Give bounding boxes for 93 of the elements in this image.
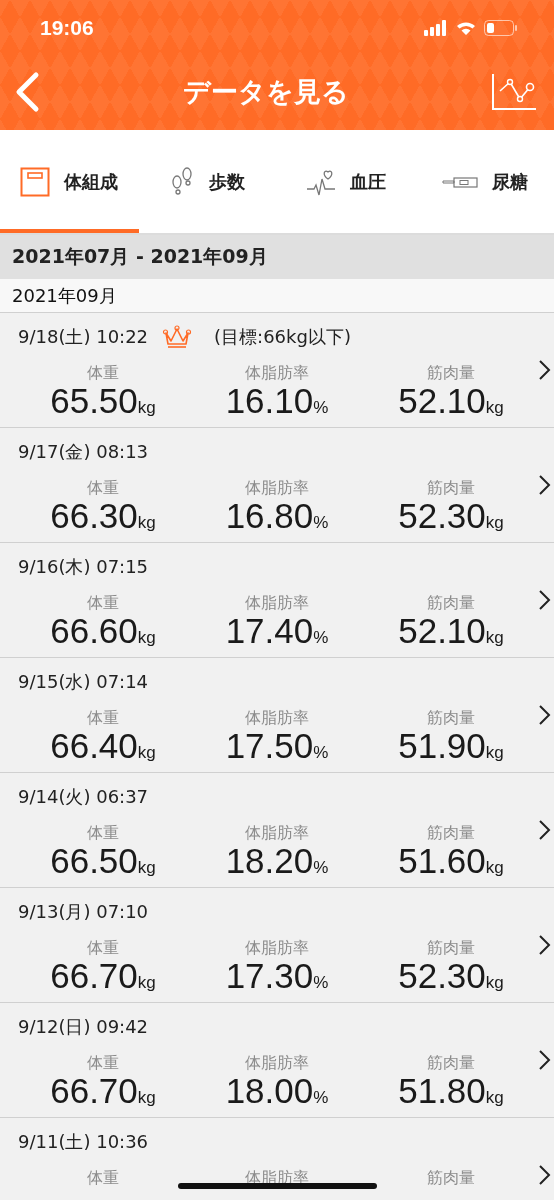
metric-value: 52.30 xyxy=(398,958,486,994)
record-row[interactable]: 9/15(水) 07:14 体重 66.40kg 体脂肪率 17.50% 筋肉量 51.90kg xyxy=(0,658,554,773)
metric-unit: kg xyxy=(485,627,504,649)
metric-unit: kg xyxy=(485,972,504,994)
metric-label: 体重 xyxy=(87,1168,119,1188)
metric-label: 体脂肪率 xyxy=(245,708,309,728)
record-datetime: 9/17(金) 08:13 xyxy=(18,440,149,464)
scale-icon xyxy=(20,166,51,197)
metric-value: 52.30 xyxy=(398,498,486,534)
battery-icon xyxy=(484,20,518,36)
metric-label: 体脂肪率 xyxy=(245,938,309,958)
metric-label: 体重 xyxy=(87,938,119,958)
metric-value: 51.90 xyxy=(398,728,486,764)
metric-unit: kg xyxy=(137,627,156,649)
metric-unit: % xyxy=(313,627,329,649)
metric-unit: kg xyxy=(137,512,156,534)
date-range-heading: 2021年07月 - 2021年09月 xyxy=(12,244,268,269)
metric-value: 52.10 xyxy=(398,383,486,419)
status-time: 19:06 xyxy=(40,16,94,41)
goal-text: (目標:66kg以下) xyxy=(214,325,351,349)
record-row[interactable]: 9/12(日) 09:42 体重 66.70kg 体脂肪率 18.00% 筋肉量 51.80kg xyxy=(0,1003,554,1118)
record-row[interactable]: 9/17(金) 08:13 体重 66.30kg 体脂肪率 16.80% 筋肉量 52.30kg xyxy=(0,428,554,543)
record-row[interactable]: 9/14(火) 06:37 体重 66.50kg 体脂肪率 18.20% 筋肉量 51.60kg xyxy=(0,773,554,888)
metric-label: 体脂肪率 xyxy=(245,1053,309,1073)
metric-unit: kg xyxy=(137,857,156,879)
metric-unit: % xyxy=(313,742,329,764)
test-strip-icon xyxy=(441,174,478,189)
metric-value: 66.70 xyxy=(50,1073,138,1109)
record-datetime: 9/11(土) 10:36 xyxy=(18,1130,149,1154)
month-heading: 2021年09月 xyxy=(12,283,117,308)
metric-label: 体脂肪率 xyxy=(245,593,309,613)
metric-unit: % xyxy=(313,972,329,994)
line-chart-button[interactable] xyxy=(492,74,536,110)
back-button[interactable] xyxy=(14,71,40,113)
metric-label: 筋肉量 xyxy=(427,708,475,728)
metric-label: 筋肉量 xyxy=(427,823,475,843)
metric-label: 筋肉量 xyxy=(427,478,475,498)
record-datetime: 9/15(水) 07:14 xyxy=(18,670,149,694)
page-title: データを見る xyxy=(183,75,349,109)
metric-value: 17.30 xyxy=(225,958,314,994)
metric-value: 16.80 xyxy=(225,498,314,534)
metric-value: 52.10 xyxy=(398,613,486,649)
metric-value: 51.60 xyxy=(398,843,486,879)
record-datetime: 9/14(火) 06:37 xyxy=(18,785,149,809)
metric-label: 体脂肪率 xyxy=(245,478,309,498)
record-datetime: 9/12(日) 09:42 xyxy=(18,1015,149,1039)
metric-value: 16.10 xyxy=(225,383,314,419)
metric-value: 17.50 xyxy=(225,728,314,764)
metric-label: 筋肉量 xyxy=(427,593,475,613)
metric-value: 66.50 xyxy=(50,843,138,879)
metric-unit: kg xyxy=(485,857,504,879)
metric-unit: kg xyxy=(137,742,156,764)
record-row[interactable]: 9/16(木) 07:15 体重 66.60kg 体脂肪率 17.40% 筋肉量 52.10kg xyxy=(0,543,554,658)
metric-value: 51.80 xyxy=(398,1073,486,1109)
metric-label: 体脂肪率 xyxy=(245,823,309,843)
record-datetime: 9/16(木) 07:15 xyxy=(18,555,149,579)
metric-value: 18.20 xyxy=(225,843,314,879)
metric-unit: % xyxy=(313,397,329,419)
metric-value: 66.70 xyxy=(50,958,138,994)
metric-label: 筋肉量 xyxy=(427,1053,475,1073)
metric-unit: kg xyxy=(137,397,156,419)
metric-value: 18.00 xyxy=(225,1073,314,1109)
metric-label: 体重 xyxy=(87,478,119,498)
metric-label: 体重 xyxy=(87,1053,119,1073)
metric-unit: kg xyxy=(485,512,504,534)
metric-unit: kg xyxy=(485,742,504,764)
metric-label: 体重 xyxy=(87,708,119,728)
metric-label: 筋肉量 xyxy=(427,938,475,958)
metric-unit: % xyxy=(313,857,329,879)
metric-label: 体重 xyxy=(87,823,119,843)
metric-label: 体重 xyxy=(87,363,119,383)
metric-value: 17.40 xyxy=(225,613,314,649)
metric-label: 体重 xyxy=(87,593,119,613)
metric-unit: kg xyxy=(485,397,504,419)
signal-icon xyxy=(424,20,448,36)
metric-label: 筋肉量 xyxy=(427,1168,475,1188)
metric-unit: kg xyxy=(485,1087,504,1109)
metric-label: 体脂肪率 xyxy=(245,363,309,383)
metric-value: 65.50 xyxy=(50,383,138,419)
record-row[interactable]: 9/13(月) 07:10 体重 66.70kg 体脂肪率 17.30% 筋肉量 52.30kg xyxy=(0,888,554,1003)
metric-unit: kg xyxy=(137,1087,156,1109)
metric-value: 66.60 xyxy=(50,613,138,649)
metric-unit: % xyxy=(313,512,329,534)
metric-label: 筋肉量 xyxy=(427,363,475,383)
metric-value: 66.30 xyxy=(50,498,138,534)
metric-unit: % xyxy=(313,1087,329,1109)
metric-unit: kg xyxy=(137,972,156,994)
record-row[interactable]: 9/18(土) 10:22 (目標:66kg以下) 体重 65.50kg 体脂肪率 16.10% 筋肉量 52.10kg xyxy=(0,313,554,428)
record-datetime: 9/18(土) 10:22 xyxy=(18,325,149,349)
footprints-icon xyxy=(170,165,195,198)
record-datetime: 9/13(月) 07:10 xyxy=(18,900,149,924)
wifi-icon xyxy=(456,20,476,36)
metric-value: 66.40 xyxy=(50,728,138,764)
